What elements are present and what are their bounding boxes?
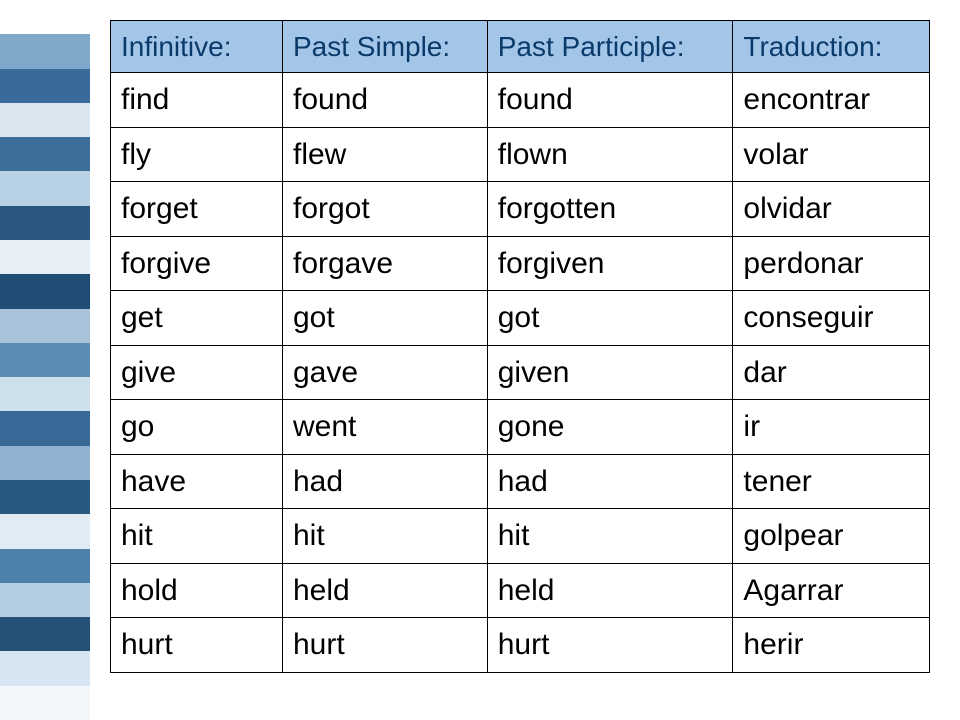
table-row: findfoundfoundencontrar bbox=[111, 73, 930, 128]
stripe-0 bbox=[0, 0, 90, 34]
cell-infinitive: forget bbox=[111, 182, 283, 237]
cell-past-participle: forgotten bbox=[487, 182, 733, 237]
stripe-15 bbox=[0, 514, 90, 548]
stripe-19 bbox=[0, 651, 90, 685]
decorative-left-stripes bbox=[0, 0, 90, 720]
cell-past-simple: gave bbox=[282, 345, 487, 400]
cell-past-simple: forgot bbox=[282, 182, 487, 237]
cell-past-participle: held bbox=[487, 563, 733, 618]
cell-infinitive: fly bbox=[111, 127, 283, 182]
col-header-past-simple: Past Simple: bbox=[282, 21, 487, 73]
stripe-9 bbox=[0, 309, 90, 343]
table-row: hithithitgolpear bbox=[111, 509, 930, 564]
cell-traduction: Agarrar bbox=[733, 563, 930, 618]
cell-traduction: olvidar bbox=[733, 182, 930, 237]
cell-past-simple: found bbox=[282, 73, 487, 128]
cell-infinitive: hurt bbox=[111, 618, 283, 673]
cell-past-participle: forgiven bbox=[487, 236, 733, 291]
cell-infinitive: forgive bbox=[111, 236, 283, 291]
table-row: havehadhadtener bbox=[111, 454, 930, 509]
cell-past-simple: went bbox=[282, 400, 487, 455]
cell-past-participle: hurt bbox=[487, 618, 733, 673]
stripe-5 bbox=[0, 171, 90, 205]
table-row: holdheldheldAgarrar bbox=[111, 563, 930, 618]
cell-traduction: dar bbox=[733, 345, 930, 400]
stripe-4 bbox=[0, 137, 90, 171]
table-row: getgotgotconseguir bbox=[111, 291, 930, 346]
cell-past-simple: had bbox=[282, 454, 487, 509]
cell-past-participle: hit bbox=[487, 509, 733, 564]
cell-past-simple: hit bbox=[282, 509, 487, 564]
verb-table: Infinitive: Past Simple: Past Participle… bbox=[110, 20, 930, 673]
stripe-17 bbox=[0, 583, 90, 617]
cell-traduction: conseguir bbox=[733, 291, 930, 346]
col-header-infinitive: Infinitive: bbox=[111, 21, 283, 73]
cell-past-participle: got bbox=[487, 291, 733, 346]
cell-past-participle: gone bbox=[487, 400, 733, 455]
table-row: flyflewflownvolar bbox=[111, 127, 930, 182]
stripe-20 bbox=[0, 686, 90, 720]
cell-past-participle: found bbox=[487, 73, 733, 128]
cell-past-participle: given bbox=[487, 345, 733, 400]
cell-past-participle: had bbox=[487, 454, 733, 509]
table-row: hurthurthurtherir bbox=[111, 618, 930, 673]
cell-past-simple: held bbox=[282, 563, 487, 618]
cell-traduction: tener bbox=[733, 454, 930, 509]
cell-infinitive: give bbox=[111, 345, 283, 400]
stripe-18 bbox=[0, 617, 90, 651]
stripe-6 bbox=[0, 206, 90, 240]
table-row: givegavegivendar bbox=[111, 345, 930, 400]
stripe-14 bbox=[0, 480, 90, 514]
cell-traduction: ir bbox=[733, 400, 930, 455]
col-header-traduction: Traduction: bbox=[733, 21, 930, 73]
cell-traduction: herir bbox=[733, 618, 930, 673]
cell-infinitive: find bbox=[111, 73, 283, 128]
stripe-12 bbox=[0, 411, 90, 445]
stripe-13 bbox=[0, 446, 90, 480]
cell-past-simple: hurt bbox=[282, 618, 487, 673]
cell-infinitive: hit bbox=[111, 509, 283, 564]
table-header-row: Infinitive: Past Simple: Past Participle… bbox=[111, 21, 930, 73]
col-header-past-participle: Past Participle: bbox=[487, 21, 733, 73]
cell-traduction: encontrar bbox=[733, 73, 930, 128]
table-row: forgiveforgaveforgivenperdonar bbox=[111, 236, 930, 291]
verb-table-container: Infinitive: Past Simple: Past Participle… bbox=[110, 20, 930, 673]
stripe-16 bbox=[0, 549, 90, 583]
stripe-10 bbox=[0, 343, 90, 377]
table-row: forgetforgotforgottenolvidar bbox=[111, 182, 930, 237]
cell-past-simple: flew bbox=[282, 127, 487, 182]
verb-table-body: findfoundfoundencontrarflyflewflownvolar… bbox=[111, 73, 930, 673]
cell-past-participle: flown bbox=[487, 127, 733, 182]
cell-traduction: perdonar bbox=[733, 236, 930, 291]
table-row: gowentgoneir bbox=[111, 400, 930, 455]
stripe-11 bbox=[0, 377, 90, 411]
stripe-1 bbox=[0, 34, 90, 68]
cell-infinitive: hold bbox=[111, 563, 283, 618]
cell-past-simple: forgave bbox=[282, 236, 487, 291]
cell-traduction: volar bbox=[733, 127, 930, 182]
stripe-2 bbox=[0, 69, 90, 103]
cell-infinitive: get bbox=[111, 291, 283, 346]
cell-past-simple: got bbox=[282, 291, 487, 346]
stripe-8 bbox=[0, 274, 90, 308]
stripe-7 bbox=[0, 240, 90, 274]
cell-infinitive: go bbox=[111, 400, 283, 455]
cell-traduction: golpear bbox=[733, 509, 930, 564]
cell-infinitive: have bbox=[111, 454, 283, 509]
stripe-3 bbox=[0, 103, 90, 137]
